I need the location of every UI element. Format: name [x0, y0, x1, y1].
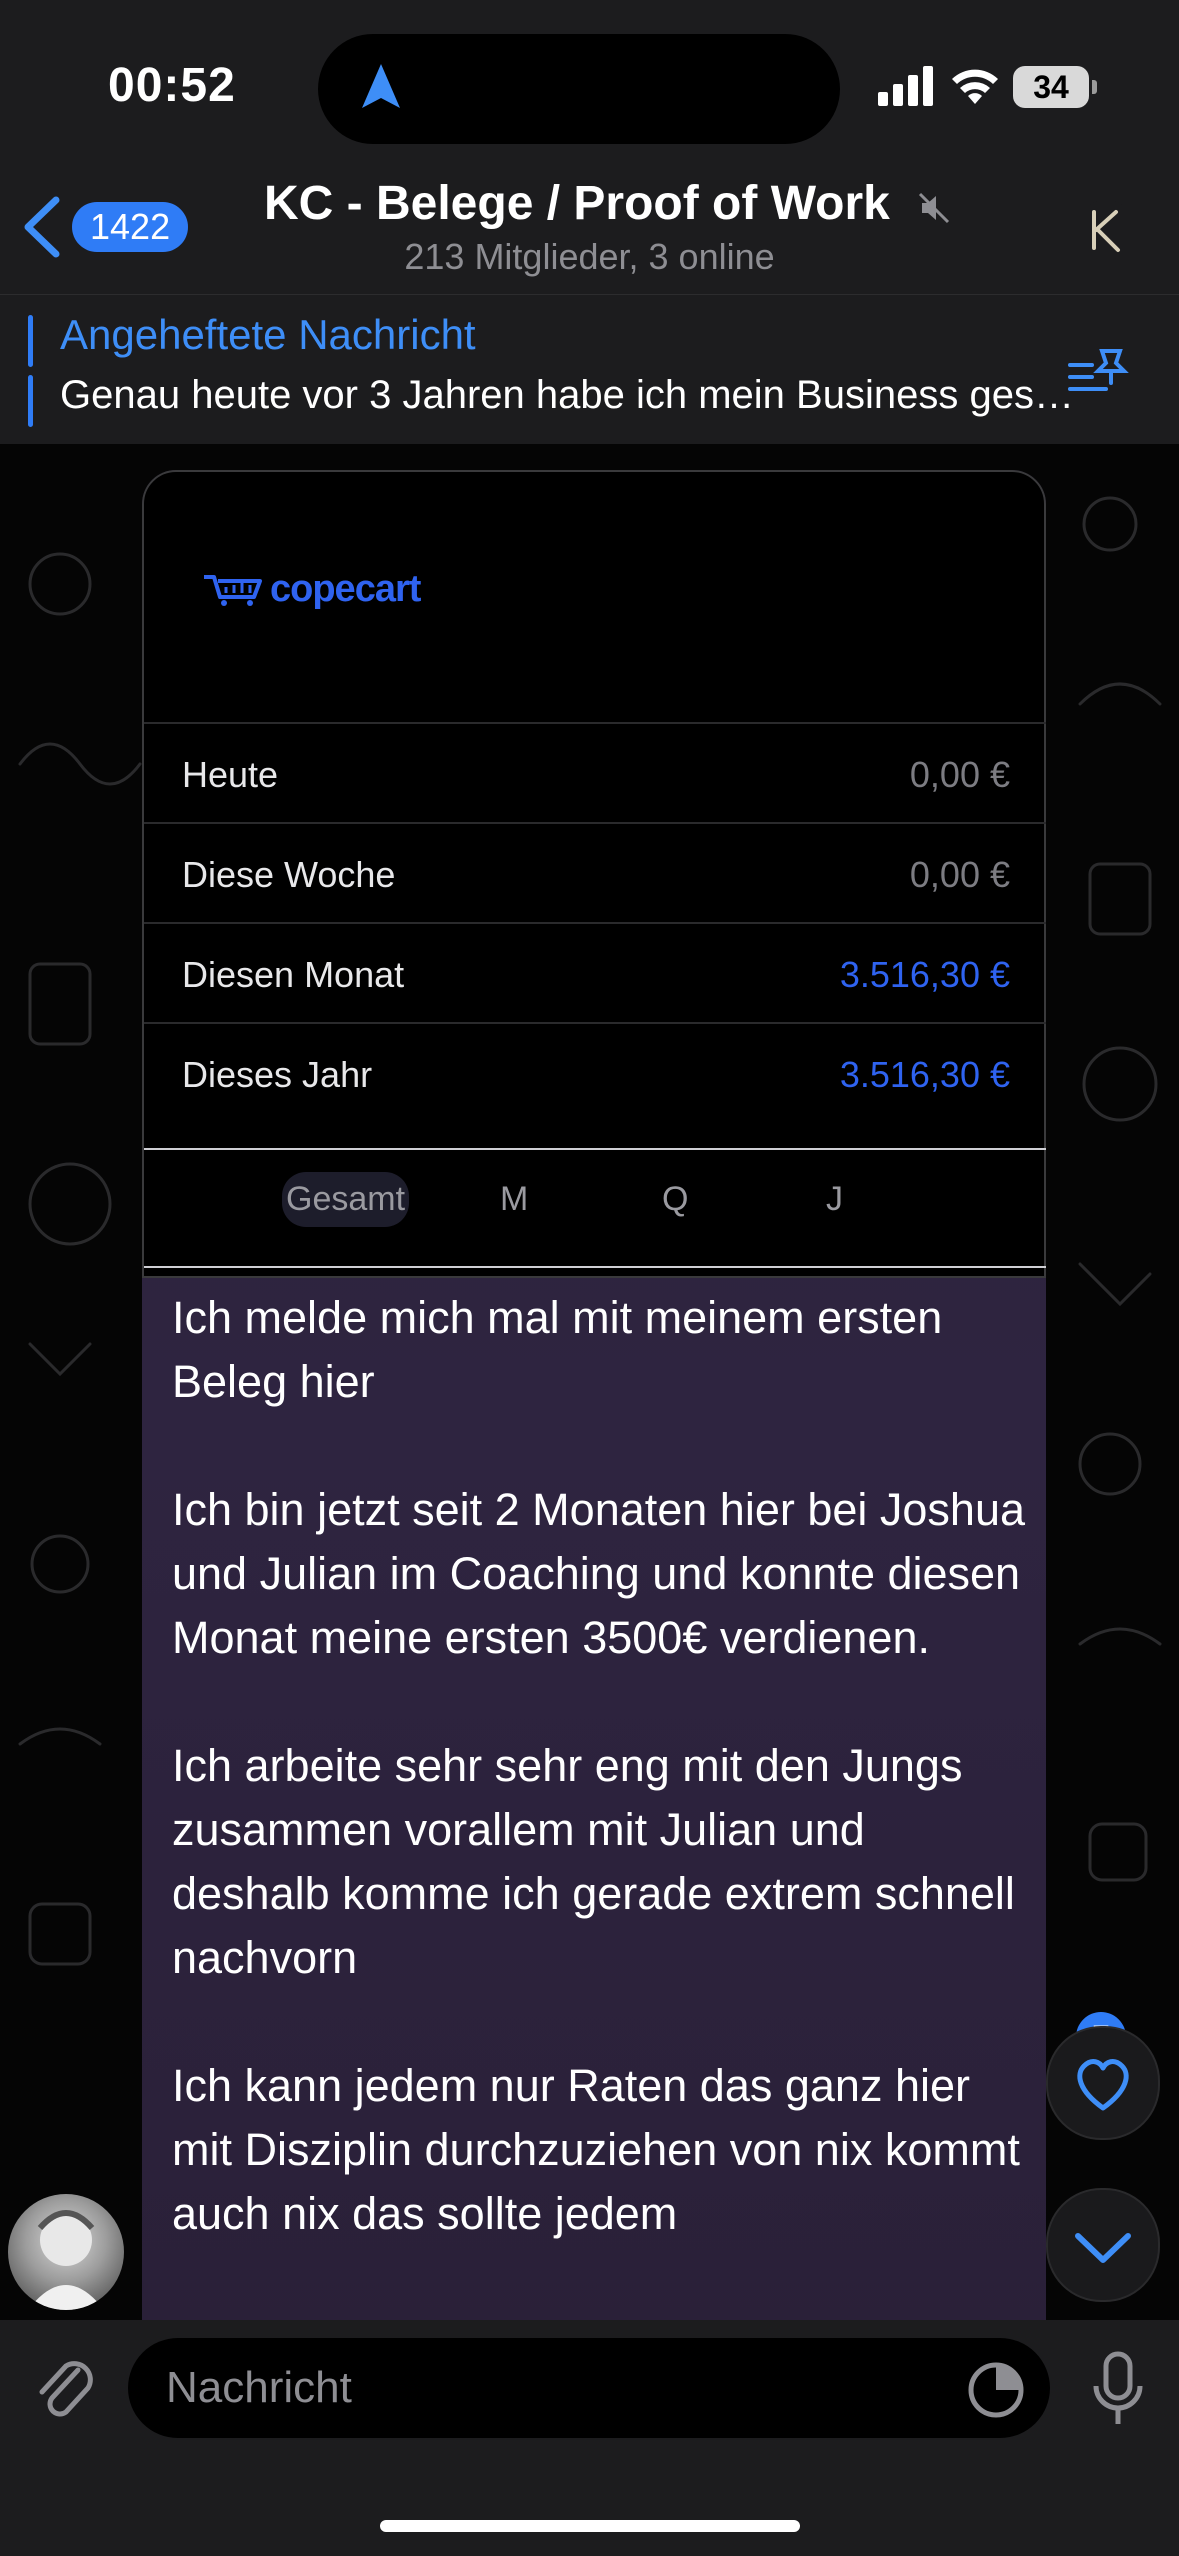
stat-row-month: Diesen Monat 3.516,30 €	[144, 922, 1046, 1024]
paperclip-icon[interactable]	[30, 2350, 100, 2430]
message-text: Ich melde mich mal mit meinem ersten Bel…	[172, 1292, 1026, 2239]
battery-icon: 34	[1013, 66, 1089, 108]
chat-title[interactable]: KC - Belege / Proof of Work	[264, 176, 890, 231]
heart-icon	[1077, 2059, 1129, 2111]
sticker-icon[interactable]	[966, 2360, 1026, 2420]
message-input[interactable]	[128, 2338, 1050, 2438]
scroll-down-button[interactable]	[1046, 2188, 1160, 2302]
pinned-text: Genau heute vor 3 Jahren habe ich mein B…	[60, 373, 1080, 417]
stat-label: Dieses Jahr	[182, 1054, 373, 1095]
signal-icon	[878, 66, 933, 106]
wifi-icon	[952, 69, 998, 104]
message-bubble[interactable]: copecart Heute 0,00 € Diese Woche 0,00 €…	[142, 470, 1046, 2320]
stat-value: 3.516,30 €	[839, 954, 1010, 995]
chevron-down-icon	[1075, 2233, 1131, 2263]
period-tabs: Gesamt M Q J	[144, 1148, 1046, 1268]
tab-gesamt: Gesamt	[282, 1172, 410, 1227]
pin-indicator	[28, 375, 33, 427]
microphone-icon[interactable]	[1088, 2350, 1148, 2430]
group-avatar[interactable]	[1076, 200, 1136, 260]
location-arrow-icon	[362, 64, 400, 108]
stat-value: 0,00 €	[909, 754, 1010, 795]
brand-name: copecart	[270, 568, 421, 610]
sender-avatar[interactable]	[8, 2194, 124, 2310]
composer-bar	[0, 2320, 1179, 2556]
chat-header: 1422 KC - Belege / Proof of Work 213 Mit…	[0, 160, 1179, 294]
stat-value: 0,00 €	[909, 854, 1010, 895]
reactions-button[interactable]	[1046, 2026, 1160, 2140]
mute-icon	[918, 192, 950, 224]
cart-icon	[204, 574, 262, 606]
battery-tip	[1092, 80, 1097, 94]
home-indicator	[380, 2520, 800, 2532]
stat-row-year: Dieses Jahr 3.516,30 €	[144, 1022, 1046, 1124]
copecart-screenshot[interactable]: copecart Heute 0,00 € Diese Woche 0,00 €…	[142, 470, 1046, 1278]
tab-m: M	[500, 1180, 529, 1218]
pinned-list-icon[interactable]	[1066, 343, 1132, 399]
chat-area[interactable]: copecart Heute 0,00 € Diese Woche 0,00 €…	[0, 444, 1179, 2320]
tab-j: J	[826, 1180, 843, 1218]
status-time: 00:52	[108, 59, 236, 112]
copecart-logo: copecart	[202, 568, 421, 611]
stat-row-week: Diese Woche 0,00 €	[144, 822, 1046, 924]
stat-label: Heute	[182, 754, 279, 795]
tab-q: Q	[662, 1180, 689, 1218]
stat-row-today: Heute 0,00 €	[144, 722, 1046, 824]
pinned-message-bar[interactable]: Angeheftete Nachricht Genau heute vor 3 …	[0, 294, 1179, 445]
pinned-title: Angeheftete Nachricht	[60, 311, 476, 358]
stat-value: 3.516,30 €	[839, 1054, 1010, 1095]
dynamic-island	[318, 34, 840, 144]
stat-label: Diese Woche	[182, 854, 396, 895]
chat-subtitle: 213 Mitglieder, 3 online	[404, 236, 775, 277]
stat-label: Diesen Monat	[182, 954, 405, 995]
pin-indicator	[28, 315, 33, 367]
avatar-photo	[28, 2210, 104, 2310]
status-bar: 00:52 34	[0, 0, 1179, 160]
